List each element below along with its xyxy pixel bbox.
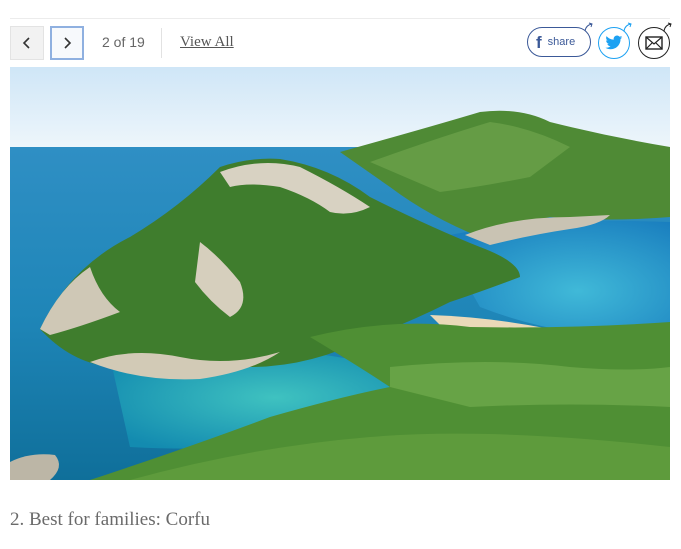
facebook-share-label: share bbox=[547, 36, 576, 48]
chevron-right-icon bbox=[64, 37, 72, 49]
envelope-icon bbox=[645, 36, 663, 50]
gallery-toolbar: 2 of 19 View All f share bbox=[10, 22, 672, 60]
external-arrow-icon bbox=[584, 22, 593, 32]
previous-slide-button[interactable] bbox=[10, 26, 44, 60]
twitter-bird-icon bbox=[605, 35, 623, 50]
top-divider bbox=[10, 18, 670, 19]
toolbar-divider bbox=[161, 28, 162, 58]
slide-counter: 2 of 19 bbox=[102, 34, 145, 50]
next-slide-button[interactable] bbox=[50, 26, 84, 60]
external-arrow-icon bbox=[623, 22, 632, 32]
facebook-icon: f bbox=[536, 32, 542, 52]
view-all-link[interactable]: View All bbox=[180, 34, 234, 51]
slide-caption: 2. Best for families: Corfu bbox=[10, 509, 210, 530]
facebook-share-button[interactable]: f share bbox=[527, 22, 593, 57]
external-arrow-icon bbox=[663, 22, 672, 32]
email-share-button[interactable] bbox=[638, 22, 672, 59]
slide-photo bbox=[10, 67, 670, 480]
chevron-left-icon bbox=[22, 37, 30, 49]
twitter-share-button[interactable] bbox=[598, 22, 632, 59]
